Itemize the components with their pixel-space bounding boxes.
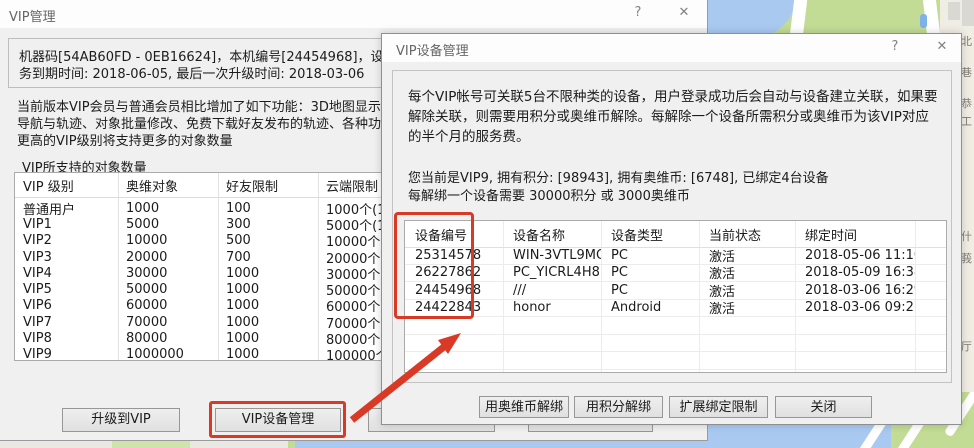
map-street-label: 厅 [961,338,974,354]
map-street-label: 工 [961,113,974,129]
table-cell: WIN-3VTL9MQ... [503,248,601,263]
extend-binding-limit-button[interactable]: 扩展绑定限制 [669,396,768,418]
device-binding-description: 每个VIP帐号可关联5台不限种类的设备，用户登录成功后会自动与设备建立关联，如果… [408,87,941,147]
column-header[interactable]: 当前状态 [699,225,795,244]
column-header[interactable]: 奥维对象 [118,176,218,195]
device-table-body: 25314578WIN-3VTL9MQ...PC激活2018-05-06 11:… [405,247,946,373]
table-cell: VIP1 [15,217,118,232]
table-cell: VIP4 [15,266,118,281]
map-street-label: 北 [961,33,974,49]
dialog-titlebar: VIP设备管理 ? ✕ [382,34,961,62]
map-building [948,2,960,20]
upgrade-to-vip-button[interactable]: 升级到VIP [62,408,180,432]
map-street-label: 什 [961,228,974,244]
window-titlebar: VIP管理 ? ✕ [0,0,707,28]
table-cell: 1000000 [118,347,218,361]
table-cell: VIP6 [15,298,118,313]
column-header[interactable]: 绑定时间 [795,225,915,244]
table-cell: 2018-05-09 16:38 [795,265,915,280]
table-cell: 激活 [699,298,795,317]
unbind-with-coin-button[interactable]: 用奥维币解绑 [479,396,569,418]
table-cell: VIP5 [15,282,118,297]
close-icon[interactable]: ✕ [669,3,699,23]
annotation-box-device-id-column [394,212,474,319]
table-cell: 1000 [218,315,318,330]
table-row[interactable] [405,370,946,374]
table-cell: PC_YICRL4H8E... [503,265,601,280]
map-street-label: 巷 [961,64,974,80]
table-row[interactable]: 24422843honorAndroid激活2018-03-06 09:27 [405,300,946,318]
map-water-dot [920,14,927,28]
table-cell: 1000 [218,347,318,361]
table-cell: 激活 [699,246,795,265]
map-street-label: 莪 [961,250,974,266]
table-cell: honor [503,300,601,315]
unbind-with-points-button[interactable]: 用积分解绑 [574,396,663,418]
table-cell: 2018-03-06 09:27 [795,300,915,315]
table-cell: 60000 [118,298,218,313]
table-cell: PC [601,248,699,263]
table-cell: 2018-05-06 11:10 [795,248,915,263]
table-cell: /// [503,283,601,298]
column-header[interactable]: 设备名称 [503,225,601,244]
table-cell: 70000 [118,315,218,330]
table-cell: VIP9 [15,347,118,361]
table-cell: 1000 [218,298,318,313]
table-cell: 20000 [118,250,218,265]
map-building [962,0,974,26]
column-header[interactable]: VIP 级别 [15,176,118,195]
table-cell: 100 [218,201,318,216]
table-cell: PC [601,265,699,280]
table-cell: 80000 [118,331,218,346]
table-header-row: 设备编号 设备名称 设备类型 当前状态 绑定时间 [405,221,946,247]
table-cell: 1000 [218,331,318,346]
account-status-line: 您当前是VIP9, 拥有积分: [98943], 拥有奥维币: [6748], … [408,167,829,186]
table-cell: Android [601,300,699,315]
table-cell: VIP7 [15,315,118,330]
table-row[interactable] [405,335,946,353]
table-cell: 50000 [118,282,218,297]
column-header[interactable]: 好友限制 [218,176,318,195]
table-cell: 30000 [118,266,218,281]
dialog-content-panel: 每个VIP帐号可关联5台不限种类的设备，用户登录成功后会自动与设备建立关联，如果… [392,70,952,383]
table-cell: VIP2 [15,233,118,248]
table-cell: 10000 [118,233,218,248]
table-cell: VIP8 [15,331,118,346]
table-cell: 激活 [699,281,795,300]
close-button[interactable]: 关闭 [775,396,872,418]
table-row[interactable] [405,352,946,370]
bound-device-table: 设备编号 设备名称 设备类型 当前状态 绑定时间 25314578WIN-3VT… [404,220,947,373]
dialog-title: VIP设备管理 [396,40,469,59]
table-row[interactable]: 24454968///PC激活2018-03-06 16:29 [405,282,946,300]
table-row[interactable]: 25314578WIN-3VTL9MQ...PC激活2018-05-06 11:… [405,247,946,265]
column-header[interactable]: 设备类型 [601,225,699,244]
table-row[interactable]: 26227862PC_YICRL4H8E...PC激活2018-05-09 16… [405,265,946,283]
table-cell: 1000 [218,266,318,281]
screen: 北 巷 恭 工 什 莪 厅 VIP管理 ? ✕ 机器码[54AB60FD - 0… [0,0,974,448]
map-street-label: 恭 [961,95,974,111]
table-cell: 普通用户 [15,199,118,218]
table-cell: PC [601,283,699,298]
table-cell: 300 [218,217,318,232]
help-icon[interactable]: ? [880,37,910,57]
table-cell: 500 [218,233,318,248]
table-cell: 激活 [699,263,795,282]
help-icon[interactable]: ? [623,3,653,23]
table-cell: 1000 [118,201,218,216]
table-cell: VIP3 [15,250,118,265]
table-cell: 2018-03-06 16:29 [795,283,915,298]
table-cell: 1000 [218,282,318,297]
table-cell: 5000 [118,217,218,232]
table-row[interactable] [405,317,946,335]
unbind-cost-line: 每解绑一个设备需要 30000积分 或 3000奥维币 [408,185,690,204]
table-cell: 700 [218,250,318,265]
window-title: VIP管理 [9,6,56,25]
annotation-box-device-manage-button [209,401,346,438]
close-icon[interactable]: ✕ [927,37,957,57]
